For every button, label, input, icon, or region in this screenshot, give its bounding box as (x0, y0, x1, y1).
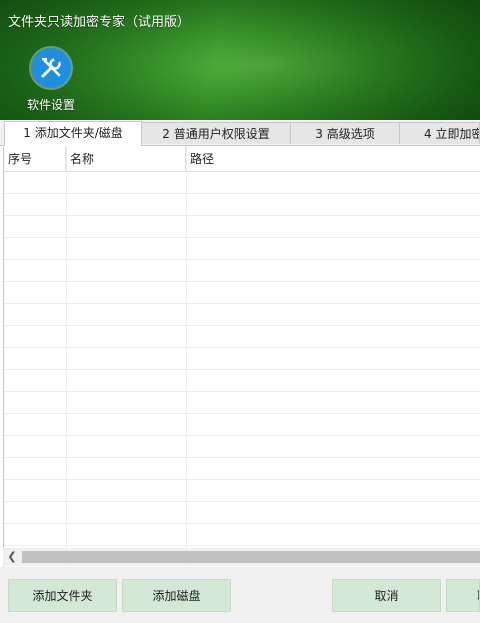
table-row (4, 348, 480, 370)
settings-tool[interactable]: 软件设置 (23, 48, 79, 113)
table-row (4, 458, 480, 480)
header-banner: 文件夹只读加密专家（试用版） 软件设置 (0, 0, 480, 120)
partial-button[interactable]: 取 (446, 579, 480, 612)
horizontal-scrollbar[interactable]: ❮ (3, 548, 480, 566)
file-table[interactable]: 序号 名称 路径 (3, 147, 480, 567)
table-row (4, 392, 480, 414)
table-row (4, 480, 480, 502)
table-row (4, 304, 480, 326)
table-row (4, 260, 480, 282)
cancel-button[interactable]: 取消 (332, 579, 441, 612)
table-row (4, 436, 480, 458)
table-row (4, 524, 480, 546)
table-row (4, 194, 480, 216)
table-row (4, 370, 480, 392)
column-header-path[interactable]: 路径 (186, 147, 480, 171)
footer-bar: 添加文件夹 添加磁盘 取消 取 (0, 567, 480, 623)
table-row (4, 326, 480, 348)
tab-advanced-options[interactable]: 3 高级选项 (290, 122, 400, 144)
table-row (4, 172, 480, 194)
table-header: 序号 名称 路径 (4, 147, 480, 172)
tab-add-folder-disk[interactable]: 1 添加文件夹/磁盘 (4, 121, 142, 146)
window-title: 文件夹只读加密专家（试用版） (8, 15, 191, 30)
table-body (4, 172, 480, 567)
column-header-name[interactable]: 名称 (66, 147, 186, 171)
add-disk-button[interactable]: 添加磁盘 (122, 579, 231, 612)
table-row (4, 502, 480, 524)
settings-label: 软件设置 (26, 98, 75, 112)
table-row (4, 414, 480, 436)
add-folder-button[interactable]: 添加文件夹 (8, 579, 117, 612)
tab-bar: 1 添加文件夹/磁盘 2 普通用户权限设置 3 高级选项 4 立即加密 (0, 121, 480, 146)
column-header-index[interactable]: 序号 (4, 147, 66, 171)
table-row (4, 282, 480, 304)
settings-icon[interactable] (31, 48, 71, 88)
scroll-left-icon[interactable]: ❮ (3, 548, 21, 566)
table-row (4, 216, 480, 238)
scrollbar-thumb[interactable] (22, 551, 480, 563)
tab-encrypt-now[interactable]: 4 立即加密 (399, 122, 480, 144)
tab-user-permissions[interactable]: 2 普通用户权限设置 (141, 122, 291, 144)
table-row (4, 238, 480, 260)
